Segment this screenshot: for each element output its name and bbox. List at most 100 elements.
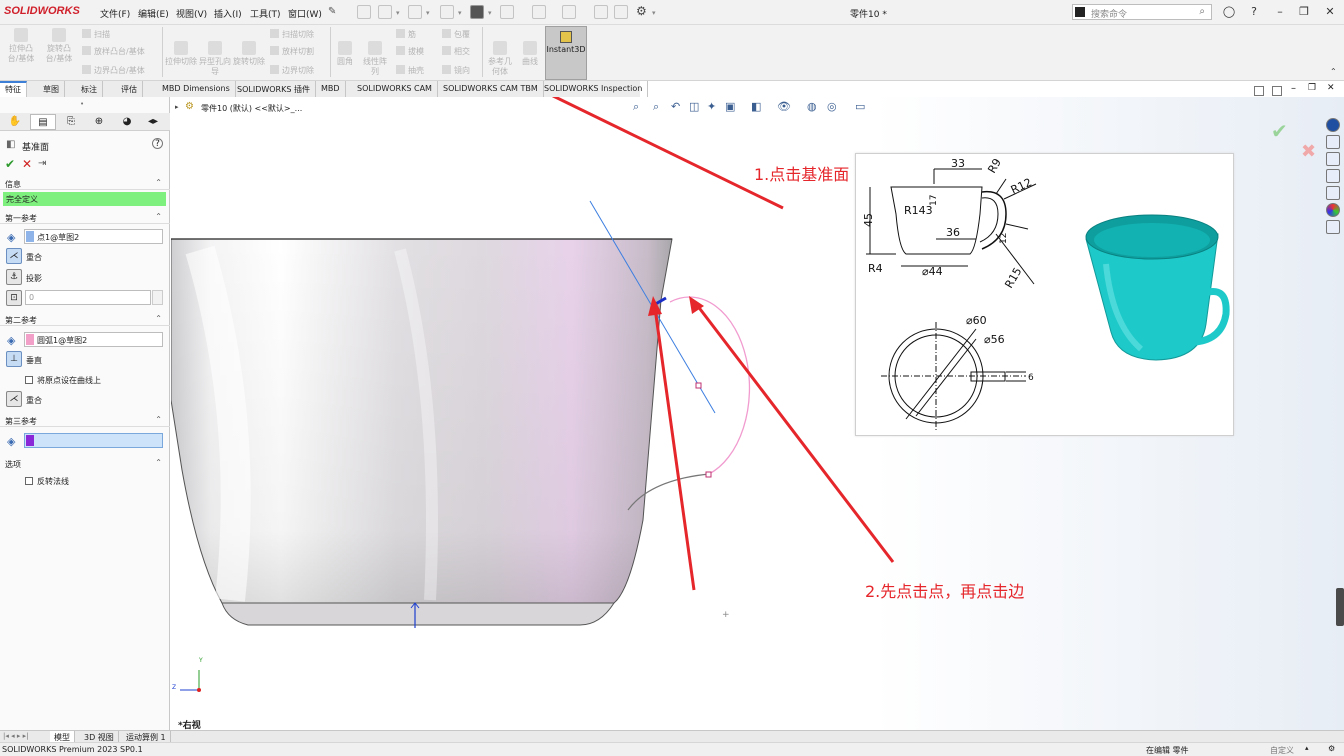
boundary-cut-button[interactable]: 边界切除 <box>270 65 314 76</box>
design-library-icon[interactable] <box>1326 152 1340 166</box>
tab-mbd-dimensions[interactable]: MBD Dimensions <box>157 81 236 97</box>
view-palette-icon[interactable] <box>1326 186 1340 200</box>
property-manager-icon[interactable]: ▤ <box>30 114 56 130</box>
menu-tools[interactable]: 工具(T) <box>250 7 281 20</box>
distance-input[interactable]: 0 <box>25 290 151 305</box>
open-file-icon[interactable] <box>408 5 422 19</box>
custom-properties-icon[interactable] <box>1326 220 1340 234</box>
swept-cut-button[interactable]: 扫描切除 <box>270 29 314 40</box>
menu-view[interactable]: 视图(V) <box>176 7 207 20</box>
first-reference-field[interactable]: 点1@草图2 <box>24 229 163 244</box>
display-style-icon[interactable]: ◧ <box>751 100 761 113</box>
view-orientation-icon[interactable]: ▣ <box>725 100 735 113</box>
file-explorer-icon[interactable] <box>1326 169 1340 183</box>
close-icon[interactable]: ✕ <box>1322 5 1338 20</box>
select-icon[interactable] <box>562 5 576 19</box>
user-account-icon[interactable]: ◯ <box>1221 5 1237 20</box>
menu-file[interactable]: 文件(F) <box>100 7 130 20</box>
flip-normal-checkbox[interactable] <box>25 477 33 485</box>
lofted-cut-button[interactable]: 放样切割 <box>270 46 314 57</box>
edit-appearance-icon[interactable]: ◍ <box>807 100 817 113</box>
project-icon[interactable]: ⚓ <box>6 269 22 285</box>
view-settings-icon[interactable]: ▭ <box>855 100 865 113</box>
tree-expand-icon[interactable]: ▸ <box>175 103 179 111</box>
side-handle[interactable] <box>1336 588 1344 626</box>
tab-solidworks-cam[interactable]: SOLIDWORKS CAM <box>352 81 438 97</box>
home-pane-icon[interactable] <box>1326 135 1340 149</box>
solidworks-resources-icon[interactable] <box>1326 118 1340 132</box>
tab-solidworks-inspection[interactable]: SOLIDWORKS Inspection <box>539 81 649 97</box>
panel-collapse-dot[interactable]: • <box>80 100 84 108</box>
tab-solidworks-cam-tbm[interactable]: SOLIDWORKS CAM TBM <box>438 81 544 97</box>
ok-check-icon[interactable]: ✔ <box>5 157 15 171</box>
pushpin-icon[interactable]: ⇥ <box>38 158 46 169</box>
curves-button[interactable]: 曲线 <box>518 41 542 67</box>
section-view-icon[interactable]: ◫ <box>689 100 699 113</box>
menu-window[interactable]: 窗口(W) <box>288 7 322 20</box>
boundary-boss-button[interactable]: 边界凸台/基体 <box>82 65 145 76</box>
cup-model[interactable] <box>171 238 673 628</box>
boss-extrude-button[interactable]: 拉伸凸台/基体 <box>4 28 38 64</box>
menu-insert[interactable]: 插入(I) <box>214 7 242 20</box>
doc-restore-icon[interactable]: ❐ <box>1308 83 1316 93</box>
instant3d-button[interactable]: Instant3D <box>545 26 587 80</box>
search-commands-input[interactable]: 搜索命令 ⌕ <box>1072 4 1212 20</box>
status-settings-icon[interactable]: ⚙ <box>1328 744 1335 753</box>
shell-button[interactable]: 抽壳 <box>396 65 424 76</box>
rebuild-icon[interactable] <box>594 5 608 19</box>
origin-on-curve-checkbox[interactable] <box>25 376 33 384</box>
draft-button[interactable]: 拔模 <box>396 46 424 57</box>
tab-evaluate[interactable]: 评估 <box>116 81 143 97</box>
tab-features[interactable]: 特征 <box>0 81 27 97</box>
help-icon[interactable]: ? <box>1246 5 1262 20</box>
collapse-ribbon-icon[interactable]: ⌃ <box>1330 67 1337 76</box>
second-reference-header[interactable]: 第二参考 ⌃ <box>0 314 170 326</box>
dimxpert-icon[interactable]: ⊕ <box>86 114 112 130</box>
tab-mbd[interactable]: MBD <box>316 81 346 97</box>
appearances-icon[interactable] <box>1326 203 1340 217</box>
restore-icon[interactable]: ❐ <box>1296 5 1312 20</box>
wrap-button[interactable]: 包覆 <box>442 29 470 40</box>
rib-button[interactable]: 筋 <box>396 29 416 40</box>
cut-extrude-button[interactable]: 拉伸切除 <box>165 41 197 67</box>
new-file-icon[interactable] <box>378 5 392 19</box>
hide-show-icon[interactable]: 👁 <box>777 100 791 113</box>
previous-view-icon[interactable]: ↶ <box>671 100 680 113</box>
cut-revolve-button[interactable]: 旋转切除 <box>233 41 265 67</box>
info-section-header[interactable]: 信息 ⌃ <box>0 178 170 190</box>
doc-close-icon[interactable]: ✕ <box>1327 83 1335 93</box>
home-icon[interactable] <box>357 5 371 19</box>
status-chevron-icon[interactable]: ▴ <box>1305 744 1309 752</box>
feature-manager-icon[interactable]: ✋ <box>2 114 28 130</box>
menu-edit[interactable]: 编辑(E) <box>138 7 169 20</box>
distance-icon[interactable]: ⊡ <box>6 290 22 306</box>
tile-window-icon[interactable] <box>1254 86 1264 96</box>
hole-wizard-button[interactable]: 异型孔向导 <box>199 41 231 77</box>
doc-minimize-icon[interactable]: – <box>1291 83 1296 94</box>
feature-tree-root[interactable]: 零件10 (默认) <<默认>_... <box>201 103 302 114</box>
status-custom[interactable]: 自定义 <box>1270 745 1294 756</box>
first-reference-header[interactable]: 第一参考 ⌃ <box>0 212 170 224</box>
tab-solidworks-addins[interactable]: SOLIDWORKS 插件 <box>232 81 316 97</box>
reference-geometry-button[interactable]: 参考几何体 <box>485 41 515 77</box>
confirm-corner-x-icon[interactable]: ✖ <box>1301 141 1316 162</box>
save-icon[interactable] <box>440 5 454 19</box>
third-reference-header[interactable]: 第三参考 ⌃ <box>0 415 170 427</box>
display-manager-icon[interactable]: ◕ <box>114 114 140 130</box>
third-reference-field[interactable] <box>24 433 163 448</box>
minimize-icon[interactable]: – <box>1272 5 1288 20</box>
file-properties-icon[interactable] <box>614 5 628 19</box>
panel-scroll-icon[interactable]: ◂▸ <box>142 114 164 130</box>
coincident-icon[interactable]: ⋌ <box>6 248 22 264</box>
tab-nav-arrows[interactable]: |◂ ◂ ▸ ▸| <box>3 732 28 740</box>
options-gear-icon[interactable]: ⚙ <box>636 4 647 18</box>
coincident-icon-2[interactable]: ⋌ <box>6 391 22 407</box>
zoom-to-fit-icon[interactable]: ⌕ <box>633 100 639 114</box>
print-icon[interactable] <box>470 5 484 19</box>
boss-revolve-button[interactable]: 旋转凸台/基体 <box>42 28 76 64</box>
tab-sketch[interactable]: 草图 <box>38 81 65 97</box>
configuration-manager-icon[interactable]: ⎘ <box>58 114 84 130</box>
mirror-button[interactable]: 镜向 <box>442 65 470 76</box>
loft-button[interactable]: 放样凸台/基体 <box>82 46 145 57</box>
distance-spinner[interactable] <box>152 290 163 305</box>
